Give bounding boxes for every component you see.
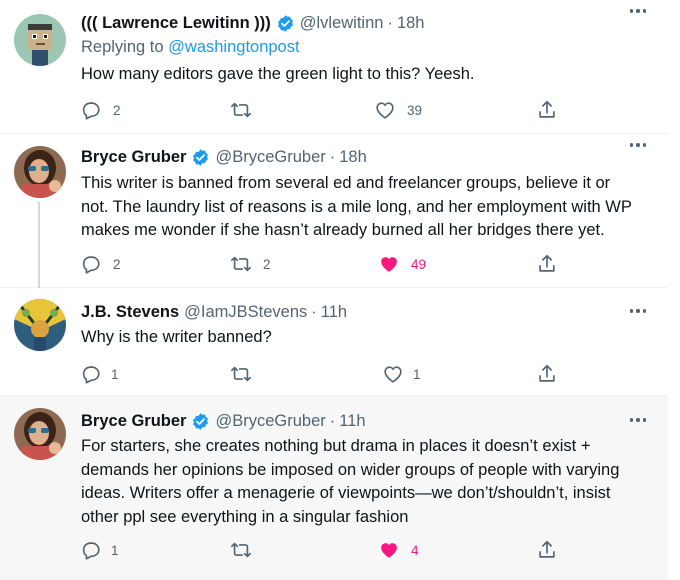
tweet-text-line: How many editors gave the green light to… [81,65,475,83]
tweet-text-line: makes me wonder if she hasn’t already bu… [81,221,605,239]
tweet-text-line: other ppl see everything in a singular f… [81,507,409,526]
tweet-jb-stevens[interactable]: J.B. Stevens @IamJBStevens · 11h Why is … [0,288,668,396]
reply-icon [80,539,102,561]
retweet-button[interactable] [230,362,263,386]
like-button[interactable]: 4 [378,538,419,562]
author-handle[interactable]: @BryceGruber [215,148,325,167]
share-icon [536,363,558,385]
verified-badge-icon [191,412,210,431]
retweet-icon [230,253,252,275]
tweet-text-line: ideas. Writers offer a menagerie of view… [81,484,611,502]
author-name[interactable]: J.B. Stevens [81,303,179,322]
author-name[interactable]: Bryce Gruber [81,148,186,167]
tweet-text: This writer is banned from several ed an… [81,172,641,243]
tweet-text-line: This writer is banned from several ed an… [81,174,611,192]
reply-icon [80,363,102,385]
more-icon[interactable] [629,418,646,422]
share-icon [536,539,558,561]
author-handle[interactable]: @IamJBStevens [184,303,307,322]
tweet-bryce-1[interactable]: Bryce Gruber @BryceGruber · 18h This wri… [0,134,668,288]
retweet-icon [230,99,252,121]
heart-icon [378,253,400,275]
share-button[interactable] [536,98,558,122]
tweet-text: How many editors gave the green light to… [81,63,641,87]
share-button[interactable] [536,252,558,276]
tweet-text: For starters, she creates nothing but dr… [81,435,641,529]
author-handle[interactable]: @lvlewitinn [300,14,384,33]
replying-to: Replying to @washingtonpost [81,38,300,57]
more-icon[interactable] [629,309,646,313]
tweet-text-line: Why is the writer banned? [81,328,272,346]
retweet-icon [230,539,252,561]
tweet-actions: 1 1 [80,362,560,386]
reply-icon [80,99,102,121]
separator-dot: · [387,13,393,32]
share-button[interactable] [536,362,558,386]
replying-to-link[interactable]: @washingtonpost [168,38,299,56]
author-handle[interactable]: @BryceGruber [215,412,325,431]
tweet-time[interactable]: 18h [397,14,425,33]
tweet-text: Why is the writer banned? [81,326,641,350]
share-icon [536,99,558,121]
tweet-text-line: demands her opinions be imposed on wider… [81,460,620,479]
reply-button[interactable]: 2 [80,98,121,122]
separator-dot: · [329,147,336,166]
heart-icon [382,363,404,385]
tweet-time[interactable]: 11h [339,412,365,431]
author-name[interactable]: Bryce Gruber [81,412,186,431]
tweet-bryce-2[interactable]: Bryce Gruber @BryceGruber · 11h For star… [0,396,668,580]
reply-count: 1 [111,366,119,382]
share-icon [536,253,558,275]
tweet-actions: 2 39 [80,98,560,122]
like-count: 49 [411,256,427,272]
thread-line [38,202,40,288]
heart-icon [378,539,400,561]
retweet-count: 2 [263,256,271,272]
tweet-time[interactable]: 11h [321,303,347,322]
separator-dot: · [329,411,336,430]
verified-badge-icon [276,14,295,33]
avatar[interactable] [14,408,66,460]
verified-badge-icon [191,148,210,167]
retweet-button[interactable] [230,538,263,562]
replying-to-label: Replying to [81,38,164,56]
like-count: 39 [407,102,423,118]
tweet-actions: 1 4 [80,538,560,562]
reply-button[interactable]: 1 [80,538,119,562]
like-button[interactable]: 49 [378,252,426,276]
more-icon[interactable] [629,9,646,13]
reply-count: 2 [113,102,121,118]
reply-button[interactable]: 2 [80,252,121,276]
reply-button[interactable]: 1 [80,362,119,386]
avatar[interactable] [14,14,66,66]
like-count: 1 [413,366,421,382]
retweet-icon [230,363,252,385]
tweet-text-line: not. The laundry list of reasons is a mi… [81,197,632,216]
avatar[interactable] [14,299,66,351]
more-icon[interactable] [629,143,646,147]
reply-count: 2 [113,256,121,272]
like-button[interactable]: 1 [382,362,421,386]
reply-count: 1 [111,542,119,558]
like-count: 4 [411,542,419,558]
heart-icon [374,99,396,121]
author-name[interactable]: ((( Lawrence Lewitinn ))) [81,14,271,33]
tweet-text-line: For starters, she creates nothing but dr… [81,437,591,455]
share-button[interactable] [536,538,558,562]
reply-icon [80,253,102,275]
retweet-button[interactable] [230,98,263,122]
tweet-actions: 2 2 49 [80,252,560,276]
avatar[interactable] [14,146,66,198]
retweet-button[interactable]: 2 [230,252,271,276]
tweet-lawrence[interactable]: ((( Lawrence Lewitinn ))) @lvlewitinn · … [0,0,668,134]
separator-dot: · [311,302,317,321]
like-button[interactable]: 39 [374,98,422,122]
tweet-time[interactable]: 18h [339,148,367,167]
